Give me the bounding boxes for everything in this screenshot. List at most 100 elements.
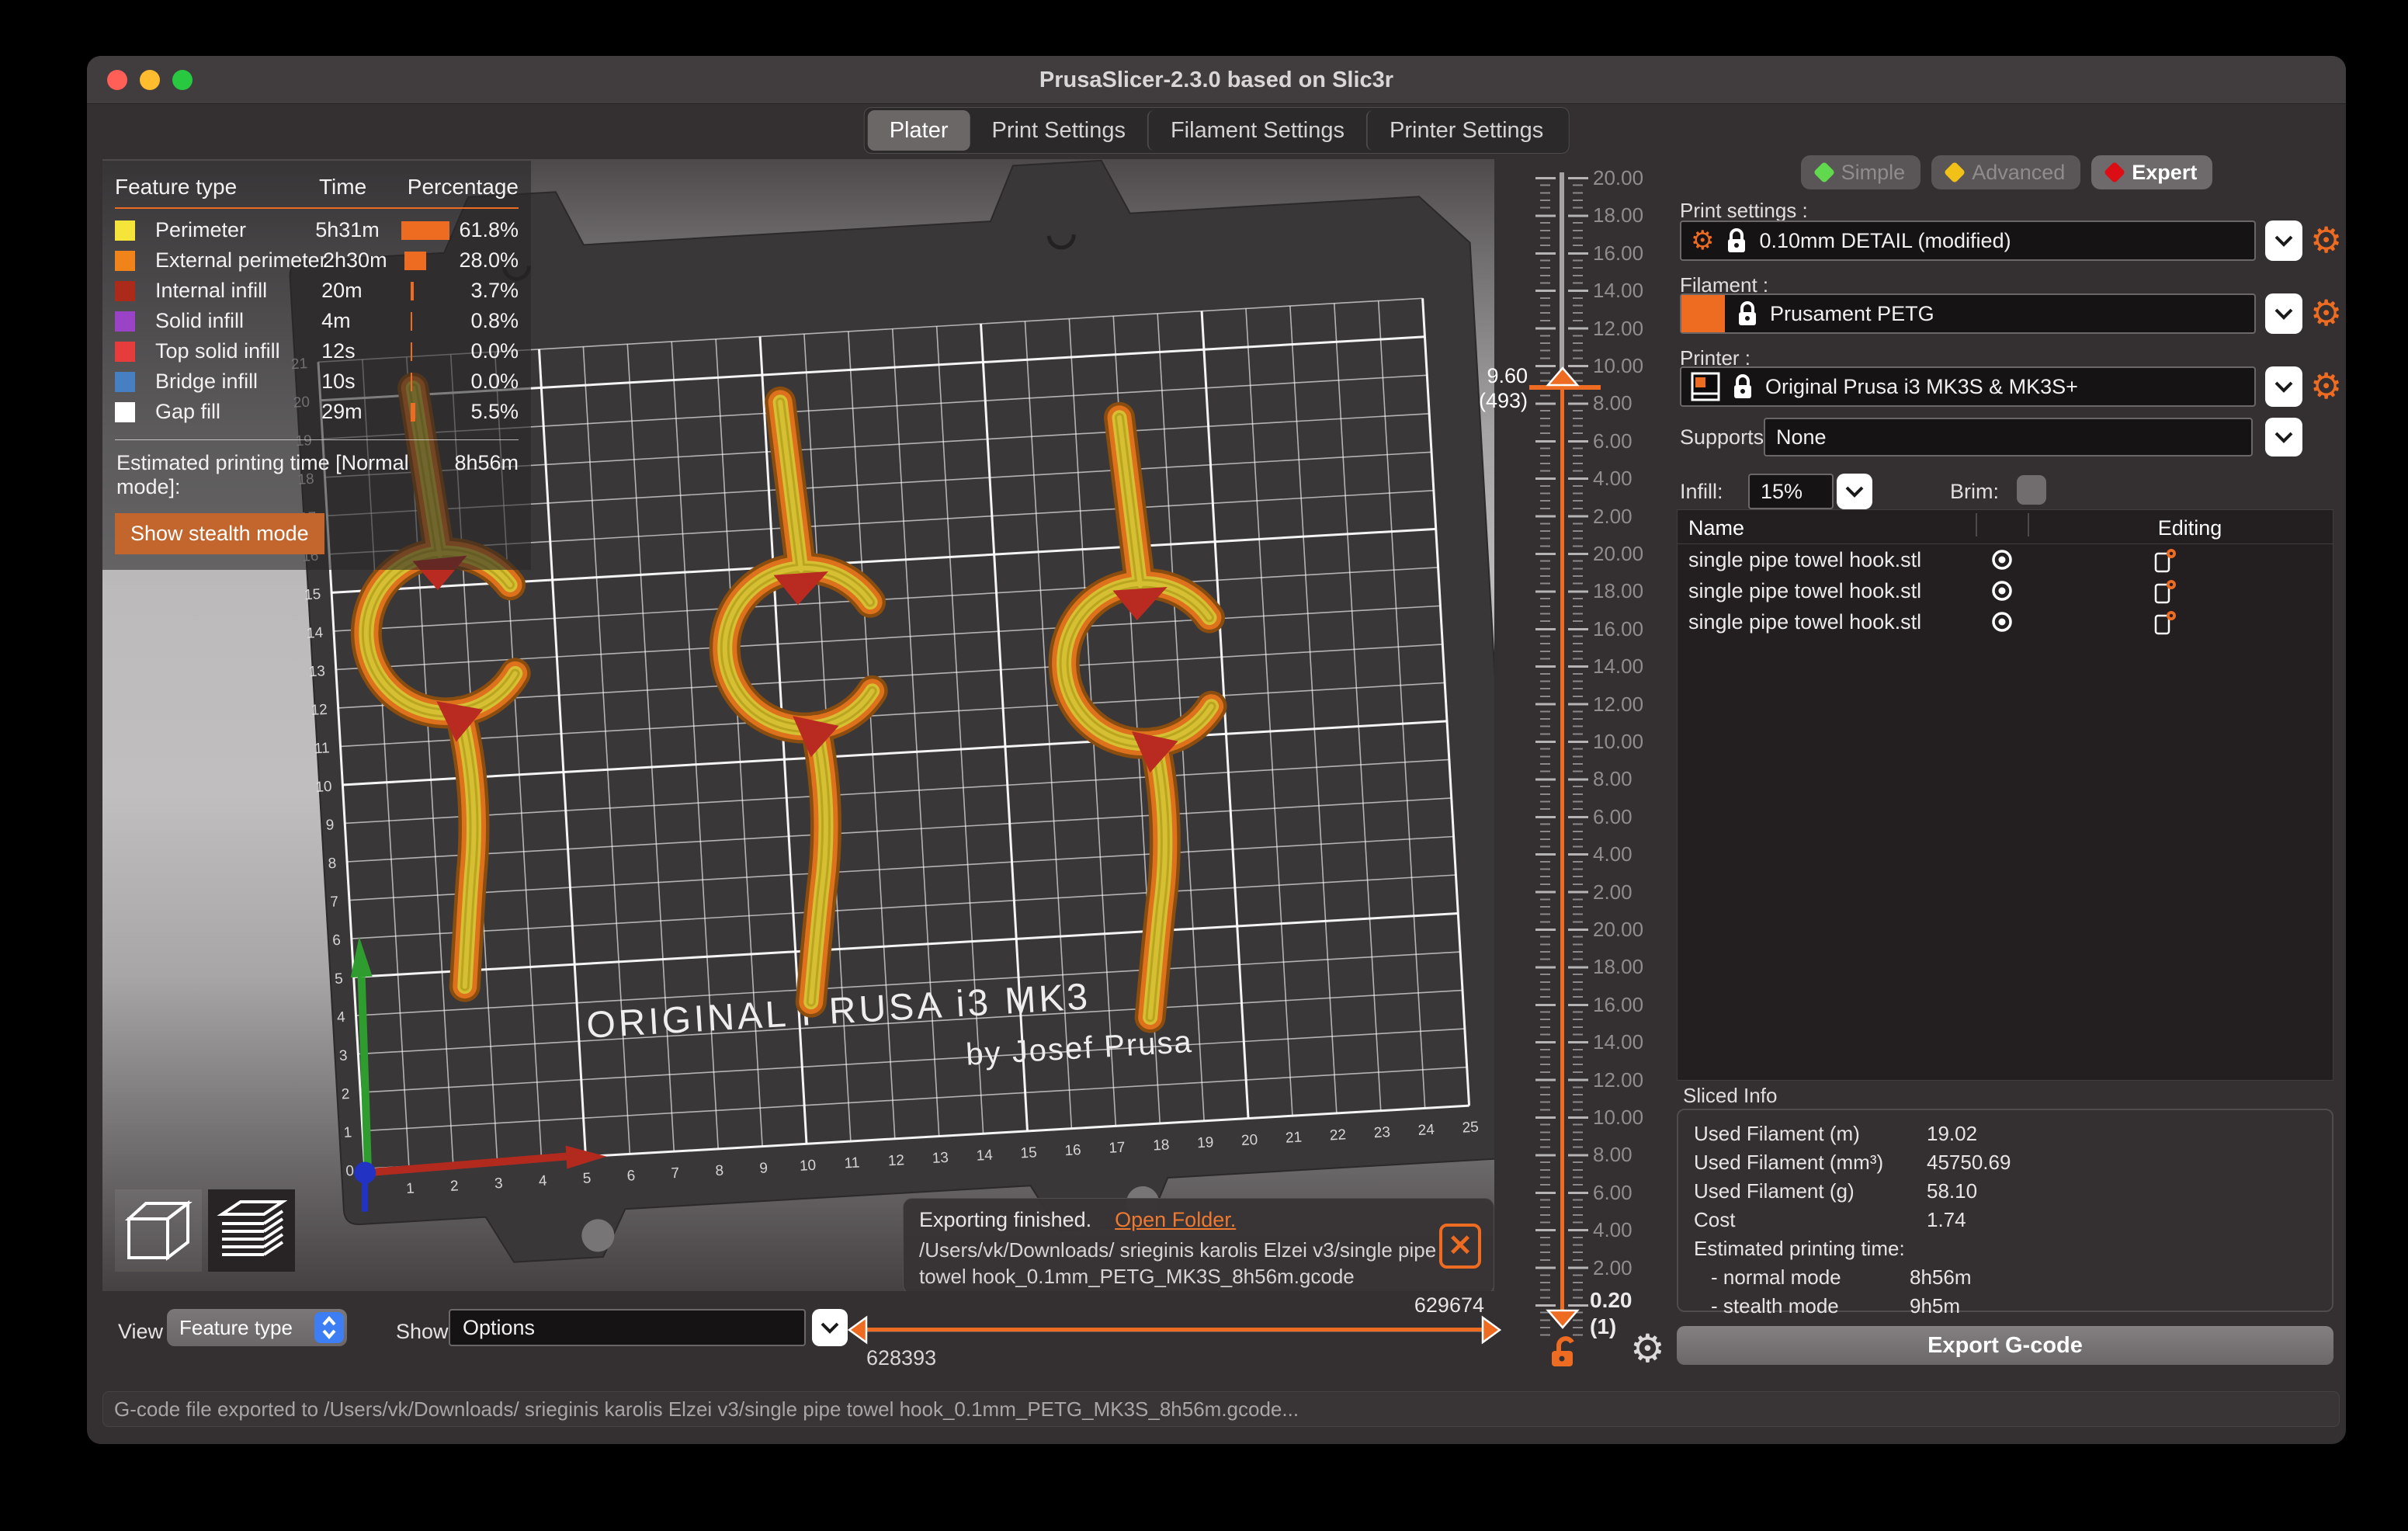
layer-slider-bottom-handle[interactable] bbox=[1545, 1309, 1580, 1331]
ruler-label: 10.00 bbox=[1593, 1106, 1644, 1129]
printer-edit-gear[interactable]: ⚙ bbox=[2310, 368, 2342, 404]
tab-printer-settings[interactable]: Printer Settings bbox=[1366, 110, 1565, 151]
export-notification: Exporting finished. Open Folder. /Users/… bbox=[903, 1198, 1494, 1291]
sliced-info-panel: Used Filament (m) 19.02 Used Filament (mm³… bbox=[1677, 1109, 2333, 1317]
feature-percentage: 3.7% bbox=[470, 279, 519, 302]
feature-time: 5h31m bbox=[315, 218, 380, 241]
mode-expert[interactable]: Expert bbox=[2091, 155, 2213, 189]
visibility-eye-icon[interactable] bbox=[1991, 611, 2013, 633]
layer-ruler-ticks-right bbox=[1568, 169, 1588, 1337]
printer-bed-icon bbox=[1691, 372, 1720, 401]
toast-path-line2: towel hook_0.1mm_PETG_MK3S_8h56m.gcode bbox=[919, 1265, 1355, 1288]
svg-text:1: 1 bbox=[343, 1124, 352, 1141]
toast-message: Exporting finished. bbox=[919, 1208, 1092, 1231]
edit-object-icon[interactable] bbox=[2153, 578, 2177, 605]
object-list-editing-header: Editing bbox=[2157, 516, 2222, 540]
feature-bar bbox=[411, 402, 470, 422]
show-options-dropdown-button[interactable] bbox=[812, 1309, 848, 1346]
object-list: Name Editing single pipe towel hook.stl … bbox=[1677, 509, 2333, 1081]
printer-select[interactable]: Original Prusa i3 MK3S & MK3S+ bbox=[1680, 366, 2256, 407]
feature-color-swatch bbox=[115, 250, 135, 271]
legend-row: Bridge infill 10s 0.0% bbox=[115, 366, 519, 397]
toast-path-line1: /Users/vk/Downloads/ srieginis karolis E… bbox=[919, 1238, 1437, 1262]
edit-object-icon[interactable] bbox=[2153, 547, 2177, 574]
show-stealth-mode-button[interactable]: Show stealth mode bbox=[115, 513, 324, 554]
sliced-info-row: Used Filament (g) 58.10 bbox=[1694, 1179, 1978, 1203]
export-gcode-button[interactable]: Export G-code bbox=[1677, 1326, 2333, 1365]
range-slider-right-handle[interactable] bbox=[1480, 1315, 1503, 1345]
svg-text:12: 12 bbox=[887, 1152, 904, 1169]
visibility-eye-icon[interactable] bbox=[1991, 549, 2013, 571]
svg-text:11: 11 bbox=[844, 1154, 860, 1172]
legend-row: Internal infill 20m 3.7% bbox=[115, 276, 519, 306]
edit-object-icon[interactable] bbox=[2153, 609, 2177, 636]
print-settings-edit-gear[interactable]: ⚙ bbox=[2310, 222, 2342, 258]
svg-text:8: 8 bbox=[715, 1163, 724, 1180]
svg-text:3: 3 bbox=[338, 1047, 348, 1064]
filament-select[interactable]: Prusament PETG bbox=[1680, 293, 2256, 334]
3d-viewport[interactable]: 1 2 3 4 5 6 7 8 9 10 11 12 13 14 15 16 17 18 19 20 21 22 23 24 2… bbox=[102, 159, 1494, 1291]
unlock-icon[interactable] bbox=[1549, 1335, 1580, 1368]
ruler-label: 20.00 bbox=[1593, 166, 1644, 189]
feature-label: Gap fill bbox=[155, 400, 221, 423]
sliced-info-row: - stealth mode 9h5m bbox=[1711, 1294, 1961, 1317]
preview-view-button[interactable] bbox=[208, 1189, 295, 1272]
brim-checkbox[interactable] bbox=[2017, 475, 2046, 505]
visibility-eye-icon[interactable] bbox=[1991, 580, 2013, 602]
chevron-down-icon bbox=[1845, 486, 1864, 498]
svg-text:5: 5 bbox=[335, 970, 344, 988]
mode-diamond-icon bbox=[2104, 161, 2126, 184]
open-folder-link[interactable]: Open Folder. bbox=[1115, 1208, 1236, 1232]
show-options-field[interactable]: Options bbox=[449, 1309, 806, 1346]
sliced-info-row: Estimated printing time: bbox=[1694, 1237, 1905, 1260]
feature-label: Top solid infill bbox=[155, 339, 280, 363]
range-slider-left-handle[interactable] bbox=[846, 1315, 869, 1345]
print-settings-dropdown-button[interactable] bbox=[2265, 220, 2302, 261]
mode-simple[interactable]: Simple bbox=[1800, 155, 1921, 189]
object-list-row[interactable]: single pipe towel hook.stl bbox=[1678, 606, 2333, 637]
feature-label: Bridge infill bbox=[155, 370, 258, 393]
slider-settings-gear-icon[interactable]: ⚙ bbox=[1630, 1329, 1665, 1368]
svg-text:14: 14 bbox=[306, 625, 324, 642]
legend-row: Perimeter 5h31m 61.8% bbox=[115, 215, 519, 245]
close-notification-button[interactable]: ✕ bbox=[1439, 1224, 1481, 1269]
tab-plater[interactable]: Plater bbox=[867, 110, 970, 151]
layer-slider-rail[interactable] bbox=[1560, 172, 1564, 388]
feature-percentage: 5.5% bbox=[470, 400, 519, 423]
layer-slider-range[interactable] bbox=[1560, 390, 1564, 1311]
object-list-row[interactable]: single pipe towel hook.stl bbox=[1678, 575, 2333, 606]
infill-dropdown-button[interactable] bbox=[1837, 474, 1872, 509]
tab-print-settings[interactable]: Print Settings bbox=[970, 110, 1147, 151]
svg-text:4: 4 bbox=[538, 1173, 547, 1190]
tab-filament-settings[interactable]: Filament Settings bbox=[1147, 110, 1366, 151]
infill-select[interactable]: 15% bbox=[1748, 474, 1834, 509]
mode-advanced[interactable]: Advanced bbox=[1931, 155, 2081, 189]
filament-edit-gear[interactable]: ⚙ bbox=[2310, 295, 2342, 331]
object-list-row[interactable]: single pipe towel hook.stl bbox=[1678, 544, 2333, 575]
supports-select[interactable]: None bbox=[1764, 418, 2253, 457]
legend-row: External perimeter 2h30m 28.0% bbox=[115, 245, 519, 276]
mode-diamond-icon bbox=[1813, 161, 1835, 184]
svg-text:2: 2 bbox=[341, 1086, 350, 1103]
print-settings-select[interactable]: ⚙ 0.10mm DETAIL (modified) bbox=[1680, 220, 2256, 261]
ruler-label: 14.00 bbox=[1593, 1030, 1644, 1054]
ruler-label: 18.00 bbox=[1593, 955, 1644, 979]
ruler-label: 4.00 bbox=[1593, 1218, 1633, 1242]
feature-percentage: 28.0% bbox=[459, 248, 519, 272]
filament-dropdown-button[interactable] bbox=[2265, 293, 2302, 334]
editor-view-button[interactable] bbox=[115, 1189, 202, 1272]
svg-text:23: 23 bbox=[1373, 1124, 1390, 1141]
svg-text:22: 22 bbox=[1329, 1127, 1346, 1144]
supports-label: Supports: bbox=[1680, 425, 1770, 449]
feature-label: External perimeter bbox=[155, 248, 327, 272]
view-select[interactable]: Feature type bbox=[167, 1309, 347, 1346]
feature-time: 29m bbox=[321, 400, 363, 423]
layer-slider-handle[interactable] bbox=[1545, 365, 1580, 387]
svg-text:9: 9 bbox=[325, 817, 335, 834]
title-bar: PrusaSlicer-2.3.0 based on Slic3r bbox=[87, 56, 2346, 104]
feature-color-swatch bbox=[115, 341, 135, 362]
moves-range-slider[interactable] bbox=[866, 1328, 1483, 1331]
printer-dropdown-button[interactable] bbox=[2265, 366, 2302, 407]
supports-dropdown-button[interactable] bbox=[2265, 418, 2302, 457]
feature-legend-panel: Feature type Time Percentage Perimeter 5h… bbox=[102, 161, 531, 570]
